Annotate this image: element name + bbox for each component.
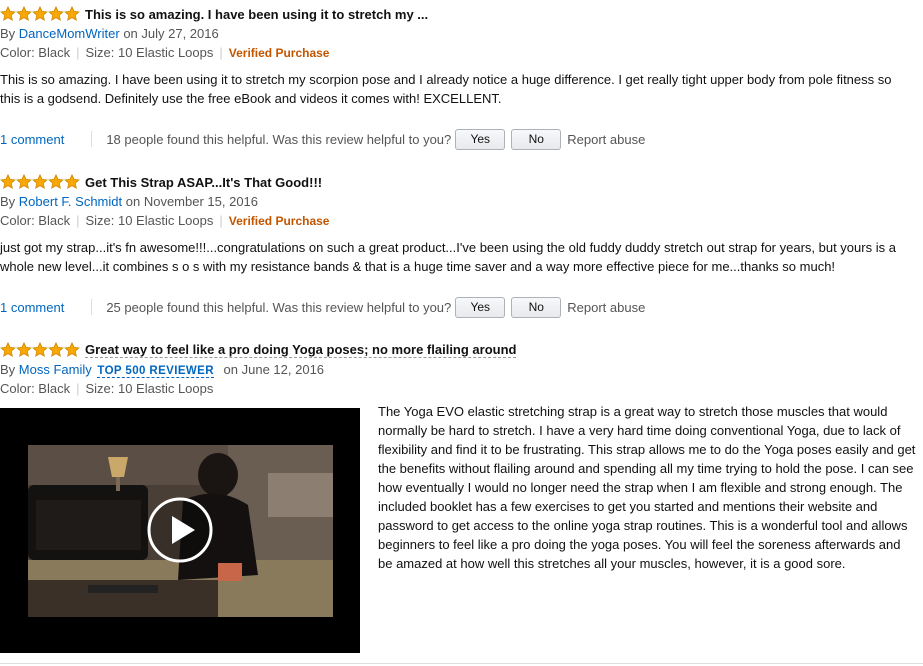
variant-color: Color: Black bbox=[0, 381, 71, 396]
comments-link[interactable]: 1 comment bbox=[0, 300, 64, 315]
divider bbox=[91, 299, 93, 315]
review-title-row: This is so amazing. I have been using it… bbox=[0, 4, 923, 24]
by-label: By bbox=[0, 362, 16, 377]
review-title[interactable]: Great way to feel like a pro doing Yoga … bbox=[85, 342, 517, 358]
review-variant: Color: Black | Size: 10 Elastic Loops | Veri… bbox=[0, 43, 923, 62]
review-date: on November 15, 2016 bbox=[125, 194, 259, 209]
star-icon bbox=[64, 342, 80, 357]
star-icon bbox=[0, 174, 16, 189]
star-icon bbox=[16, 174, 32, 189]
star-icon bbox=[64, 6, 80, 21]
review-1: This is so amazing. I have been using it… bbox=[0, 4, 923, 108]
play-icon[interactable] bbox=[147, 497, 213, 563]
review-variant: Color: Black | Size: 10 Elastic Loops | Veri… bbox=[0, 211, 923, 230]
review-actions: 1 comment 18 people found this helpful. … bbox=[0, 128, 645, 150]
review-byline: By Moss Family TOP 500 REVIEWER on June … bbox=[0, 360, 923, 379]
helpful-no-button[interactable]: No bbox=[511, 128, 562, 150]
by-label: By bbox=[0, 194, 16, 209]
variant-size: Size: 10 Elastic Loops bbox=[85, 213, 214, 228]
variant-color: Color: Black bbox=[0, 213, 71, 228]
divider: | bbox=[219, 213, 223, 228]
star-icon bbox=[0, 6, 16, 21]
divider bbox=[91, 131, 93, 147]
helpful-no-button[interactable]: No bbox=[511, 296, 562, 318]
author-link[interactable]: Moss Family bbox=[19, 362, 92, 377]
review-body: just got my strap...it's fn awesome!!!..… bbox=[0, 240, 896, 274]
star-icon bbox=[16, 6, 32, 21]
comments-link[interactable]: 1 comment bbox=[0, 132, 64, 147]
helpful-yes-button[interactable]: Yes bbox=[455, 296, 506, 318]
report-abuse-link[interactable]: Report abuse bbox=[567, 132, 645, 147]
divider bbox=[0, 663, 923, 664]
star-icon bbox=[32, 174, 48, 189]
review-3: Great way to feel like a pro doing Yoga … bbox=[0, 340, 923, 398]
review-2: Get This Strap ASAP...It's That Good!!! … bbox=[0, 172, 923, 276]
helpful-text: 25 people found this helpful. Was this r… bbox=[106, 299, 452, 315]
star-rating[interactable] bbox=[0, 6, 80, 22]
helpful-text: 18 people found this helpful. Was this r… bbox=[106, 131, 452, 147]
author-link[interactable]: DanceMomWriter bbox=[19, 26, 120, 41]
by-label: By bbox=[0, 26, 16, 41]
review-title-row: Get This Strap ASAP...It's That Good!!! bbox=[0, 172, 923, 192]
divider: | bbox=[76, 45, 80, 60]
review-byline: By DanceMomWriter on July 27, 2016 bbox=[0, 24, 923, 43]
star-rating[interactable] bbox=[0, 342, 80, 358]
review-title[interactable]: This is so amazing. I have been using it… bbox=[85, 7, 428, 22]
review-title-row: Great way to feel like a pro doing Yoga … bbox=[0, 340, 923, 360]
top-reviewer-badge[interactable]: TOP 500 REVIEWER bbox=[97, 365, 214, 378]
review-byline: By Robert F. Schmidt on November 15, 201… bbox=[0, 192, 923, 211]
review-date: on July 27, 2016 bbox=[123, 26, 219, 41]
variant-size: Size: 10 Elastic Loops bbox=[85, 381, 214, 396]
divider: | bbox=[219, 45, 223, 60]
helpful-yes-button[interactable]: Yes bbox=[455, 128, 506, 150]
divider: | bbox=[76, 213, 80, 228]
star-icon bbox=[48, 6, 64, 21]
star-icon bbox=[0, 342, 16, 357]
review-variant: Color: Black | Size: 10 Elastic Loops bbox=[0, 379, 923, 398]
review-date: on June 12, 2016 bbox=[223, 362, 325, 377]
star-icon bbox=[64, 174, 80, 189]
verified-purchase-badge: Verified Purchase bbox=[228, 46, 330, 60]
review-title[interactable]: Get This Strap ASAP...It's That Good!!! bbox=[85, 175, 322, 190]
star-icon bbox=[48, 174, 64, 189]
star-icon bbox=[32, 6, 48, 21]
review-actions: 1 comment 25 people found this helpful. … bbox=[0, 296, 645, 318]
variant-size: Size: 10 Elastic Loops bbox=[85, 45, 214, 60]
star-icon bbox=[16, 342, 32, 357]
verified-purchase-badge: Verified Purchase bbox=[228, 214, 330, 228]
variant-color: Color: Black bbox=[0, 45, 71, 60]
author-link[interactable]: Robert F. Schmidt bbox=[19, 194, 122, 209]
divider: | bbox=[76, 381, 80, 396]
review-body: The Yoga EVO elastic stretching strap is… bbox=[378, 404, 916, 571]
star-icon bbox=[48, 342, 64, 357]
star-icon bbox=[32, 342, 48, 357]
star-rating[interactable] bbox=[0, 174, 80, 190]
review-body: This is so amazing. I have been using it… bbox=[0, 72, 892, 106]
report-abuse-link[interactable]: Report abuse bbox=[567, 300, 645, 315]
